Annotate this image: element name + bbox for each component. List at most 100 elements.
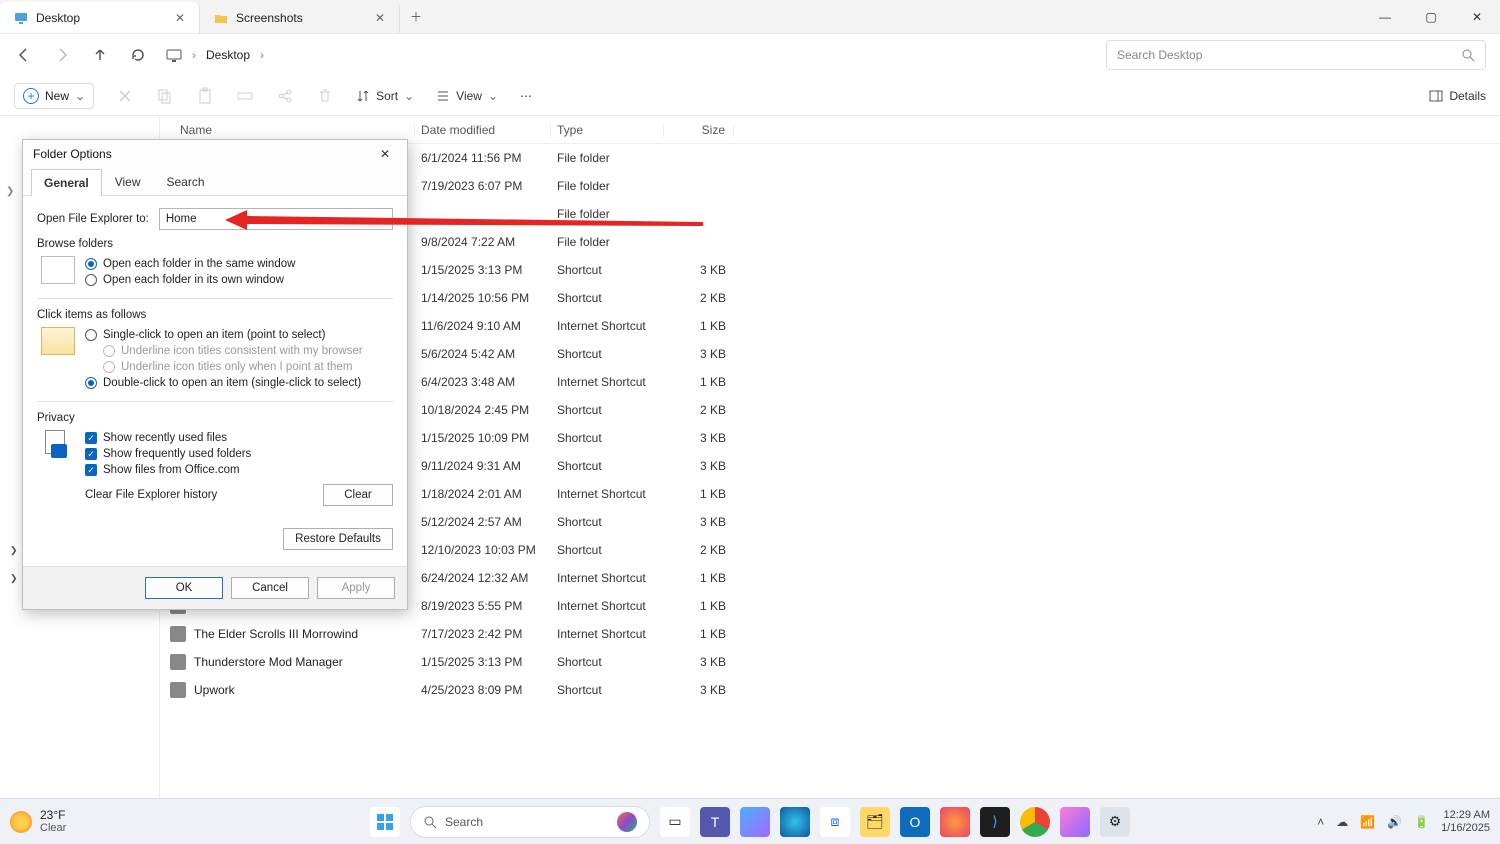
tab-desktop[interactable]: Desktop ✕ [0, 2, 200, 33]
file-type: File folder [551, 207, 664, 221]
file-size: 1 KB [664, 319, 734, 333]
radio-same-window[interactable]: Open each folder in the same window [85, 256, 393, 272]
new-button[interactable]: + New ⌄ [14, 83, 94, 109]
privacy-group: Privacy ✓ Show recently used files ✓ Sho… [37, 412, 393, 516]
file-date: 5/6/2024 5:42 AM [415, 347, 551, 361]
col-size[interactable]: Size [664, 123, 734, 137]
tab-label: Desktop [36, 11, 80, 25]
weather-widget[interactable]: 23°F Clear [10, 809, 66, 834]
tray-overflow-button[interactable]: ˄ [1317, 815, 1324, 829]
maximize-button[interactable]: ▢ [1408, 0, 1454, 33]
edge-icon[interactable] [780, 807, 810, 837]
back-button[interactable] [14, 45, 34, 65]
file-date: 11/6/2024 9:10 AM [415, 319, 551, 333]
view-icon [436, 89, 450, 103]
checkbox-icon: ✓ [85, 464, 97, 476]
wifi-icon[interactable]: 📶 [1360, 815, 1375, 829]
radio-icon [85, 258, 97, 270]
taskbar-search[interactable]: Search [410, 806, 650, 838]
paste-icon[interactable] [196, 87, 214, 105]
restore-defaults-button[interactable]: Restore Defaults [283, 528, 393, 550]
check-frequent-folders[interactable]: ✓ Show frequently used folders [85, 446, 393, 462]
file-date: 1/15/2025 3:13 PM [415, 263, 551, 277]
close-icon[interactable]: ✕ [373, 147, 397, 161]
file-size: 1 KB [664, 487, 734, 501]
refresh-button[interactable] [128, 45, 148, 65]
file-type: Internet Shortcut [551, 599, 664, 613]
check-office-files[interactable]: ✓ Show files from Office.com [85, 462, 393, 478]
checkbox-icon: ✓ [85, 448, 97, 460]
close-button[interactable]: ✕ [1454, 0, 1500, 33]
start-button[interactable] [370, 807, 400, 837]
chevron-right-icon[interactable]: › [260, 48, 264, 62]
ok-button[interactable]: OK [145, 577, 223, 599]
delete-icon[interactable] [316, 87, 334, 105]
teams-icon[interactable]: T [700, 807, 730, 837]
table-row[interactable]: The Elder Scrolls III Morrowind7/17/2023… [160, 620, 1500, 648]
up-button[interactable] [90, 45, 110, 65]
check-recent-files[interactable]: ✓ Show recently used files [85, 430, 393, 446]
tab-label: Screenshots [236, 11, 303, 25]
chrome-icon[interactable] [1020, 807, 1050, 837]
file-type: Internet Shortcut [551, 571, 664, 585]
open-explorer-combo[interactable]: Home [159, 208, 393, 230]
apply-button[interactable]: Apply [317, 577, 395, 599]
dropbox-icon[interactable]: ⧈ [820, 807, 850, 837]
firefox-icon[interactable] [940, 807, 970, 837]
onedrive-icon[interactable]: ☁ [1336, 815, 1348, 829]
clock[interactable]: 12:29 AM 1/16/2025 [1441, 809, 1490, 833]
volume-icon[interactable]: 🔊 [1387, 815, 1402, 829]
col-type[interactable]: Type [551, 123, 664, 137]
tab-view[interactable]: View [102, 168, 154, 195]
radio-icon [85, 329, 97, 341]
tab-search[interactable]: Search [154, 168, 218, 195]
file-date: 9/11/2024 9:31 AM [415, 459, 551, 473]
close-icon[interactable]: ✕ [375, 11, 385, 25]
clear-history-label: Clear File Explorer history [85, 489, 323, 501]
settings-icon[interactable]: ⚙ [1100, 807, 1130, 837]
task-view-button[interactable]: ▭ [660, 807, 690, 837]
dialog-titlebar[interactable]: Folder Options ✕ [23, 140, 407, 168]
clear-button[interactable]: Clear [323, 484, 393, 506]
table-row[interactable]: Thunderstore Mod Manager1/15/2025 3:13 P… [160, 648, 1500, 676]
chevron-down-icon: ⌄ [404, 89, 414, 103]
tab-screenshots[interactable]: Screenshots ✕ [200, 2, 400, 33]
search-input[interactable]: Search Desktop [1106, 40, 1486, 70]
radio-own-window[interactable]: Open each folder in its own window [85, 272, 393, 288]
rename-icon[interactable] [236, 87, 254, 105]
cut-icon[interactable] [116, 87, 134, 105]
col-name[interactable]: Name [160, 123, 415, 137]
battery-icon[interactable]: 🔋 [1414, 815, 1429, 829]
expand-handle[interactable]: ❯ [6, 186, 14, 197]
details-pane-button[interactable]: Details [1429, 89, 1486, 103]
copy-icon[interactable] [156, 87, 174, 105]
outlook-icon[interactable]: O [900, 807, 930, 837]
new-tab-button[interactable]: ＋ [400, 0, 432, 33]
file-date: 1/15/2025 3:13 PM [415, 655, 551, 669]
file-type: Shortcut [551, 403, 664, 417]
sort-button[interactable]: Sort ⌄ [356, 89, 414, 103]
breadcrumb[interactable]: › Desktop › [166, 47, 1088, 63]
breadcrumb-current[interactable]: Desktop [206, 48, 250, 62]
more-button[interactable]: ⋯ [520, 89, 532, 103]
file-size: 2 KB [664, 543, 734, 557]
explorer-icon[interactable]: 🗂 [860, 807, 890, 837]
share-icon[interactable] [276, 87, 294, 105]
minimize-button[interactable]: — [1362, 0, 1408, 33]
cancel-button[interactable]: Cancel [231, 577, 309, 599]
copilot-icon[interactable] [740, 807, 770, 837]
tab-general[interactable]: General [31, 169, 102, 196]
radio-single-click[interactable]: Single-click to open an item (point to s… [85, 327, 393, 343]
window-controls: — ▢ ✕ [1362, 0, 1500, 33]
chevron-right-icon[interactable]: › [192, 48, 196, 62]
table-row[interactable]: Upwork4/25/2023 8:09 PMShortcut3 KB [160, 676, 1500, 704]
file-icon [170, 626, 186, 642]
forward-button[interactable] [52, 45, 72, 65]
file-size: 3 KB [664, 347, 734, 361]
close-icon[interactable]: ✕ [175, 11, 185, 25]
app-icon[interactable] [1060, 807, 1090, 837]
vscode-icon[interactable]: ⟩ [980, 807, 1010, 837]
col-date[interactable]: Date modified [415, 123, 551, 137]
radio-double-click[interactable]: Double-click to open an item (single-cli… [85, 375, 393, 391]
view-button[interactable]: View ⌄ [436, 89, 498, 103]
